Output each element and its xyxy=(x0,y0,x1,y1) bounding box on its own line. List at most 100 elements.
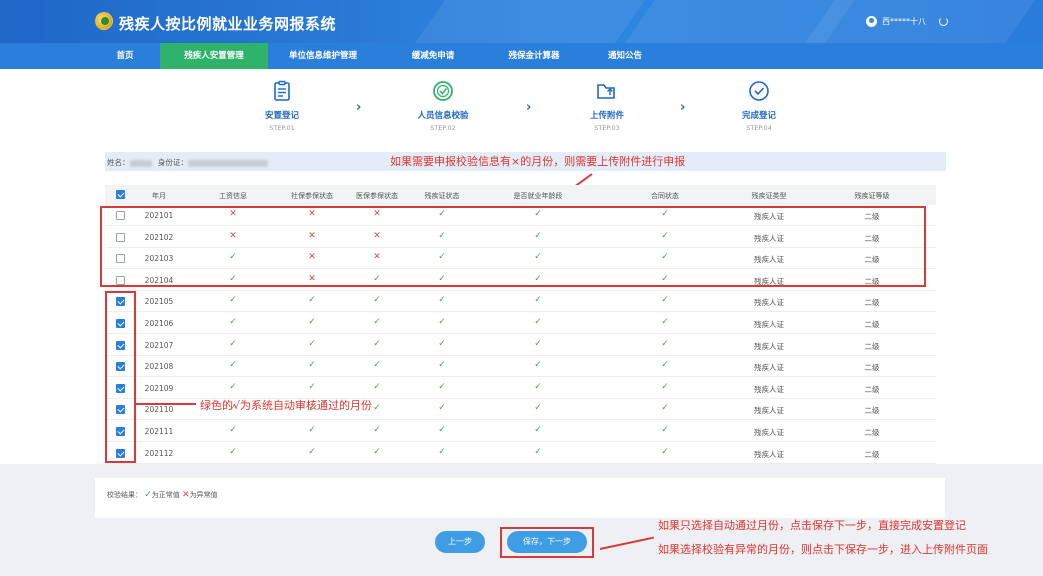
nav-item-reduction[interactable]: 缓减免申请 xyxy=(378,43,488,69)
check-icon: ✓ xyxy=(534,317,542,327)
cell-cert-level: 二级 xyxy=(864,363,880,373)
nav-item-notice[interactable]: 通知公告 xyxy=(580,43,670,69)
check-icon: ✓ xyxy=(229,317,237,327)
check-icon: ✓ xyxy=(534,295,542,306)
check-icon: ✓ xyxy=(534,381,542,392)
annotation-arrow xyxy=(599,536,655,550)
th-cert-status: 残疾证状态 xyxy=(424,192,460,200)
clipboard-icon xyxy=(271,80,293,102)
cell-cert-level: 二级 xyxy=(864,406,880,416)
annotation-bottom-1: 如果只选择自动通过月份，点击保存下一步，直接完成安置登记 xyxy=(658,519,966,532)
check-icon: ✓ xyxy=(373,338,381,349)
select-all-checkbox[interactable] xyxy=(116,190,125,199)
cell-cert-type: 残疾人证 xyxy=(754,298,784,308)
legend: 校验结果： ✓为正常值 ✕为异常值 xyxy=(107,490,218,500)
cell-month: 202110 xyxy=(144,405,174,415)
person-info: 姓名： 身份证： xyxy=(107,157,268,168)
check-icon: ✓ xyxy=(373,403,381,414)
check-icon: ✓ xyxy=(438,425,446,435)
check-icon: ✓ xyxy=(229,381,237,392)
legend-panel xyxy=(95,478,945,518)
check-icon: ✓ xyxy=(661,360,669,371)
table-row[interactable]: 202107 ✓ ✓ ✓ ✓ ✓ ✓ 残疾人证 二级 xyxy=(105,335,936,356)
legend-bad-text: 为异常值 xyxy=(189,491,218,499)
step-number: STEP.01 xyxy=(269,124,295,132)
check-icon: ✓ xyxy=(661,381,669,392)
check-icon: ✓ xyxy=(534,338,542,349)
step-verify: 人员信息校验 STEP.02 xyxy=(398,80,488,132)
legend-bad-icon: ✕ xyxy=(182,490,190,500)
check-icon: ✓ xyxy=(373,317,381,327)
step-upload: 上传附件 STEP.03 xyxy=(562,80,652,132)
check-icon: ✓ xyxy=(308,425,316,435)
header-decoration xyxy=(414,0,646,43)
step-number: STEP.02 xyxy=(430,124,456,132)
cell-month: 202108 xyxy=(144,362,174,372)
nav-item-placement[interactable]: 残疾人安置管理 xyxy=(160,43,268,69)
cell-cert-level: 二级 xyxy=(864,298,880,308)
nav-item-unit-info[interactable]: 单位信息维护管理 xyxy=(268,43,378,69)
check-icon: ✓ xyxy=(308,295,316,306)
check-icon: ✓ xyxy=(373,446,381,457)
check-icon: ✓ xyxy=(534,446,542,457)
th-contract: 合同状态 xyxy=(651,192,679,200)
check-icon: ✓ xyxy=(661,338,669,349)
check-icon: ✓ xyxy=(308,446,316,457)
prev-button[interactable]: 上一步 xyxy=(435,531,485,553)
verify-badge-icon xyxy=(432,80,454,102)
step-arrow-icon: › xyxy=(356,100,362,115)
th-cert-type: 残疾证类型 xyxy=(751,192,787,200)
table-row[interactable]: 202105 ✓ ✓ ✓ ✓ ✓ ✓ 残疾人证 二级 xyxy=(105,291,936,313)
th-social: 社保参保状态 xyxy=(291,192,333,200)
step-label: 人员信息校验 xyxy=(417,111,469,121)
check-icon: ✓ xyxy=(438,403,446,414)
check-icon: ✓ xyxy=(229,446,237,457)
check-icon: ✓ xyxy=(229,338,237,349)
th-cert-level: 残疾证等级 xyxy=(854,192,890,200)
table-row[interactable]: 202109 ✓ ✓ ✓ ✓ ✓ ✓ 残疾人证 二级 xyxy=(105,378,936,399)
check-icon: ✓ xyxy=(229,360,237,371)
check-icon: ✓ xyxy=(438,381,446,392)
check-circle-icon xyxy=(748,80,770,102)
step-label: 上传附件 xyxy=(589,111,624,121)
nav-item-home[interactable]: 首页 xyxy=(90,43,160,69)
cell-cert-type: 残疾人证 xyxy=(754,320,784,329)
table-row[interactable]: 202108 ✓ ✓ ✓ ✓ ✓ ✓ 残疾人证 二级 xyxy=(105,356,936,378)
th-month: 年月 xyxy=(152,192,166,200)
check-icon: ✓ xyxy=(373,295,381,306)
app-logo-icon xyxy=(95,12,113,30)
check-icon: ✓ xyxy=(534,403,542,414)
annotation-top: 如果需要申报校验信息有×的月份，则需要上传附件进行申报 xyxy=(390,155,686,168)
save-next-button[interactable]: 保存，下一步 xyxy=(507,531,587,553)
legend-ok-text: 为正常值 xyxy=(151,491,180,499)
user-menu[interactable]: 西*****十八 xyxy=(866,16,948,27)
app-header: 残疾人按比例就业业务网报系统 西*****十八 xyxy=(0,0,1043,43)
check-icon: ✓ xyxy=(308,338,316,349)
cell-cert-type: 残疾人证 xyxy=(754,406,784,416)
th-medical: 医保参保状态 xyxy=(356,192,398,200)
check-icon: ✓ xyxy=(438,446,446,457)
legend-label: 校验结果： xyxy=(107,491,142,499)
annotation-box-checked xyxy=(105,291,136,463)
check-icon: ✓ xyxy=(661,425,669,435)
step-arrow-icon: › xyxy=(526,100,532,115)
logout-power-icon[interactable] xyxy=(939,17,948,26)
redacted-id xyxy=(187,159,268,167)
check-icon: ✓ xyxy=(661,403,669,414)
cell-cert-level: 二级 xyxy=(864,428,880,437)
cell-month: 202105 xyxy=(144,297,174,307)
annotation-bottom-2: 如果选择校验有异常的月份，则点击下保存一步，进入上传附件页面 xyxy=(658,543,988,556)
check-icon: ✓ xyxy=(438,360,446,371)
table-row[interactable]: 202112 ✓ ✓ ✓ ✓ ✓ ✓ 残疾人证 二级 xyxy=(105,443,936,464)
check-icon: ✓ xyxy=(534,425,542,435)
check-icon: ✓ xyxy=(308,360,316,371)
annotation-middle: 绿色的√为系统自动审核通过的月份 xyxy=(200,399,373,412)
redacted-name xyxy=(129,159,152,167)
cell-cert-level: 二级 xyxy=(864,384,880,394)
annotation-box-abnormal xyxy=(100,206,926,287)
nav-item-calculator[interactable]: 残保金计算器 xyxy=(488,43,580,69)
table-header: 年月 工资信息 社保参保状态 医保参保状态 残疾证状态 是否就业年龄段 合同状态… xyxy=(105,185,936,205)
table-row[interactable]: 202111 ✓ ✓ ✓ ✓ ✓ ✓ 残疾人证 二级 xyxy=(105,421,936,442)
table-row[interactable]: 202106 ✓ ✓ ✓ ✓ ✓ ✓ 残疾人证 二级 xyxy=(105,313,936,334)
app-title: 残疾人按比例就业业务网报系统 xyxy=(119,15,337,33)
